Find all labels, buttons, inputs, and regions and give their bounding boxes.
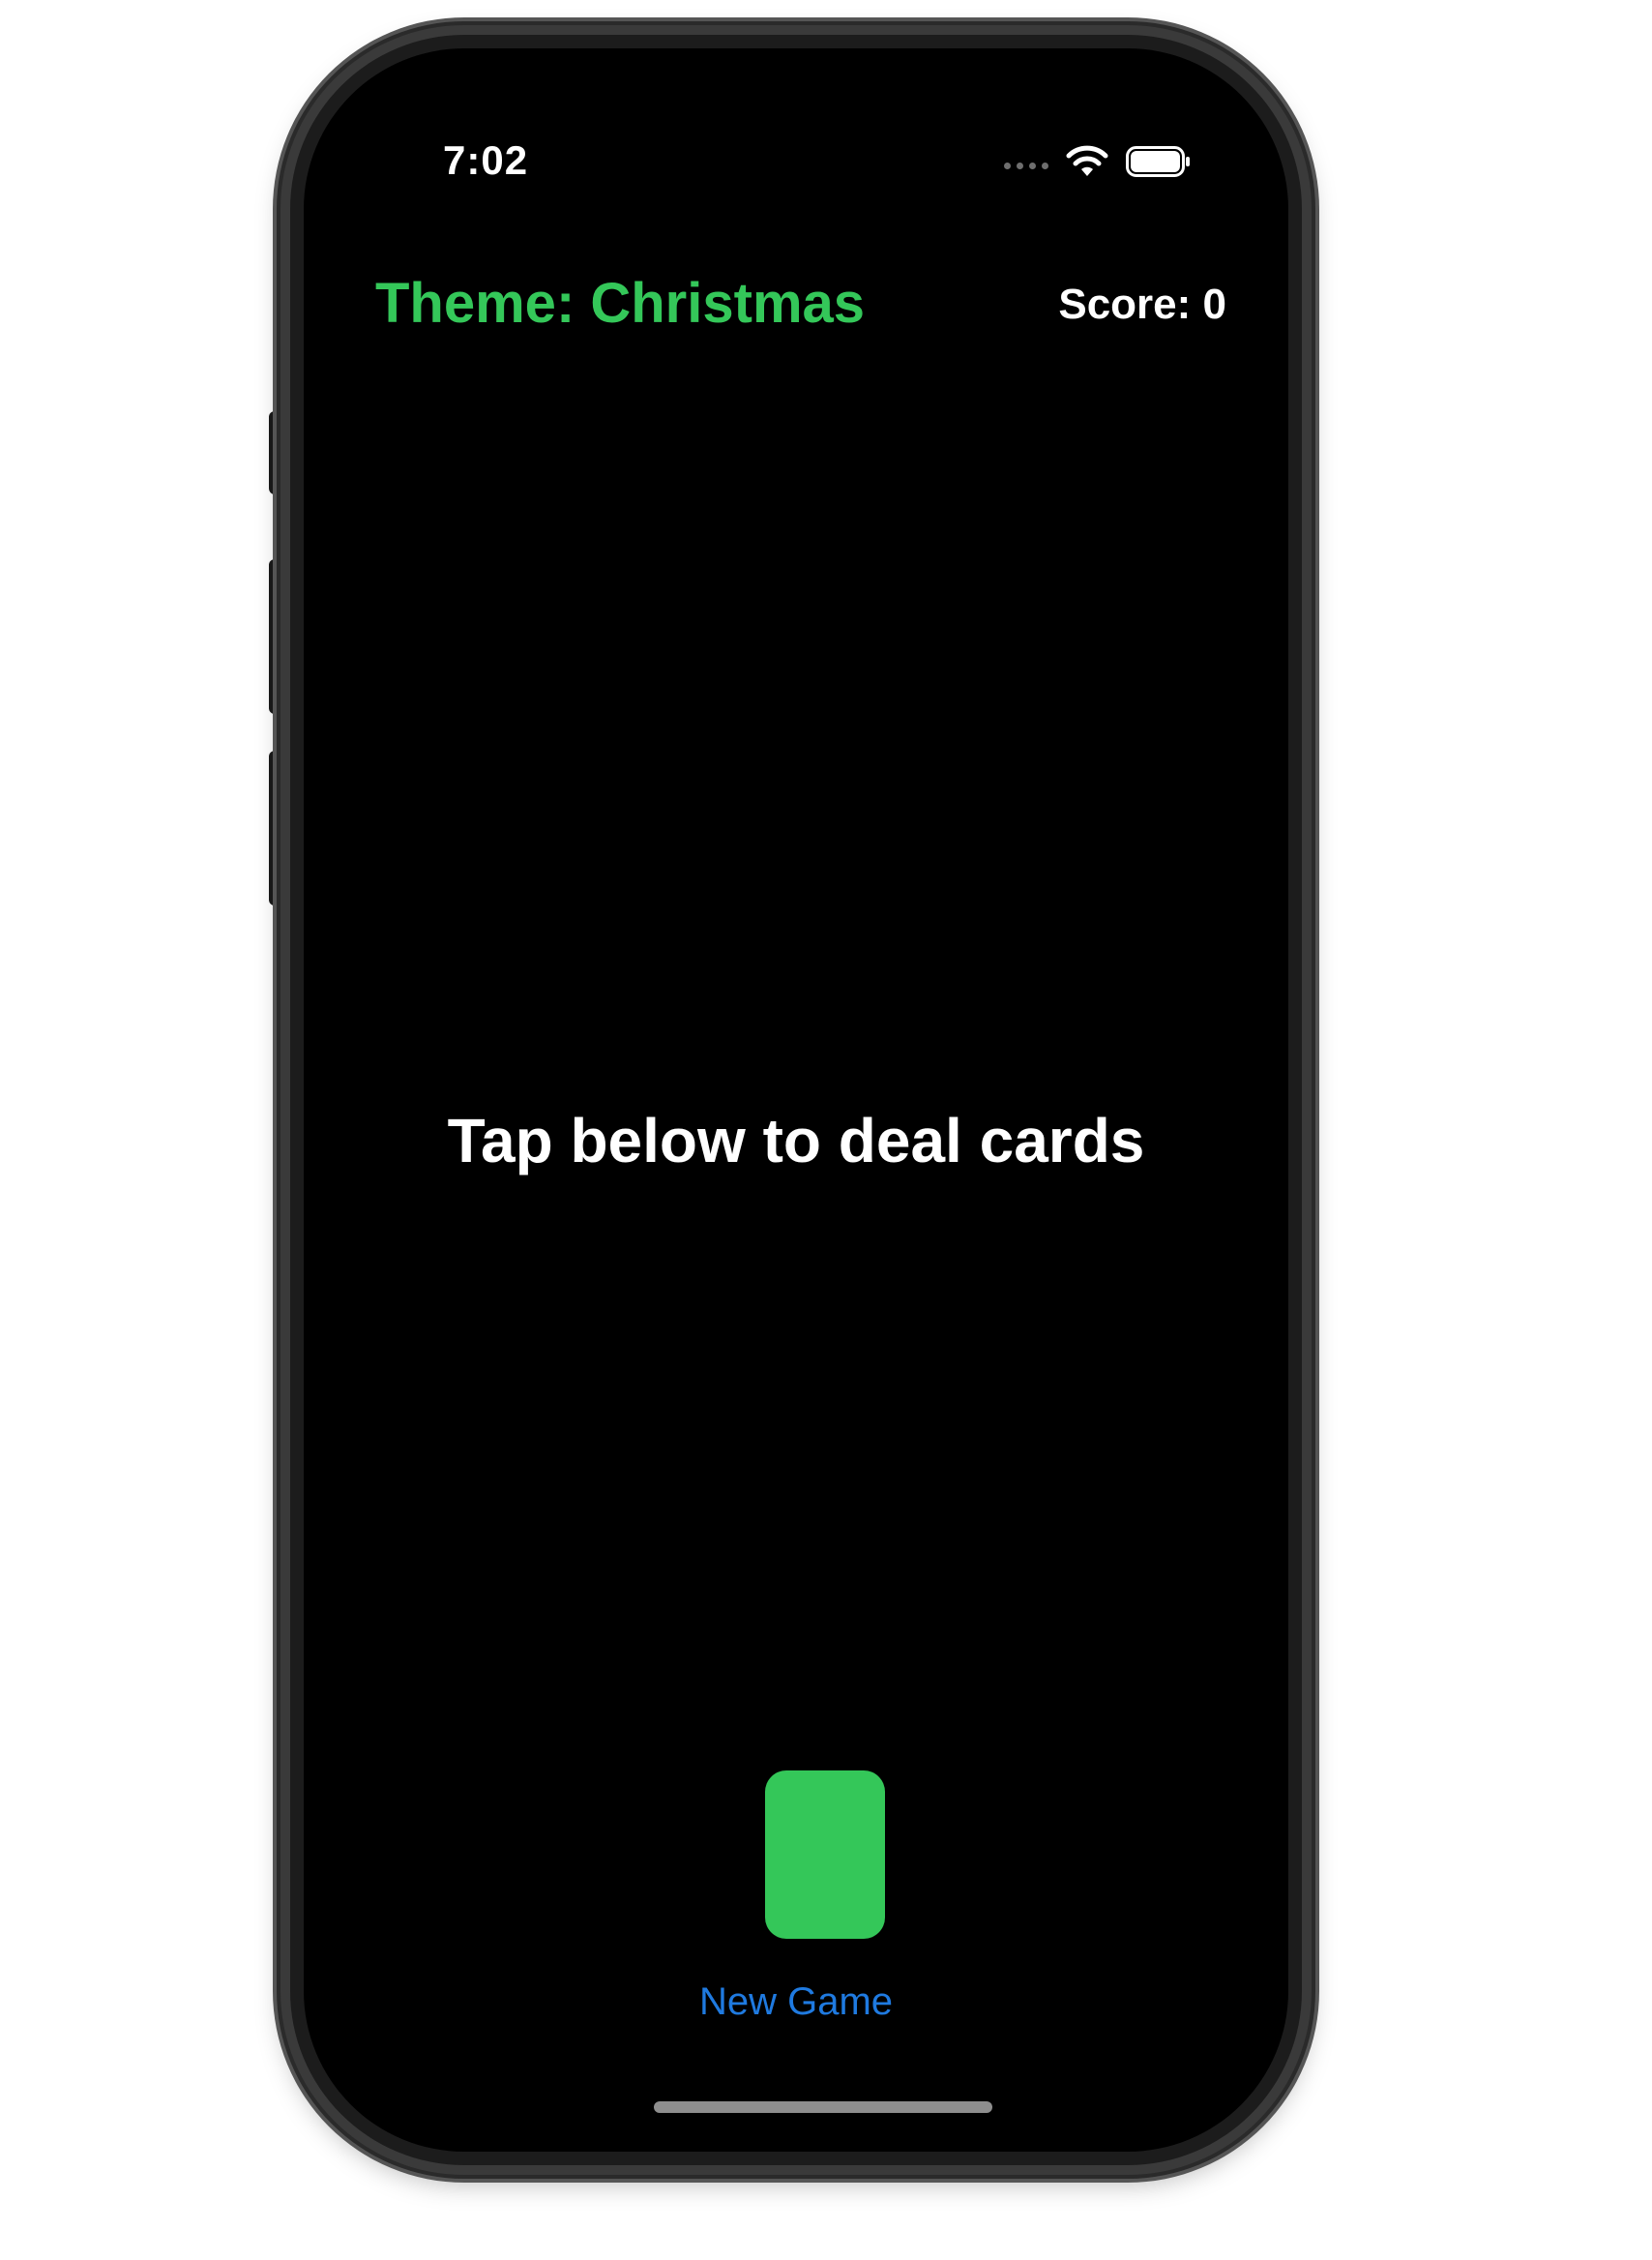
cellular-dots-icon [1004,154,1048,169]
status-time: 7:02 [443,137,529,183]
status-icons [1004,137,1192,186]
phone-frame: 7:02 Theme: Christmas Score: 0 Tap below… [280,25,1312,2175]
wifi-icon [1066,145,1108,176]
deal-prompt: Tap below to deal cards [447,1106,1145,1175]
device-mockup: 7:02 Theme: Christmas Score: 0 Tap below… [0,0,1652,2260]
phone-bezel: 7:02 Theme: Christmas Score: 0 Tap below… [290,35,1302,2165]
score-label: Score: 0 [1058,281,1226,328]
new-game-button[interactable]: New Game [304,1979,1288,2025]
deal-deck-card[interactable] [765,1770,885,1939]
theme-title: Theme: Christmas [375,272,866,335]
app-screen: 7:02 Theme: Christmas Score: 0 Tap below… [304,48,1288,2152]
home-indicator[interactable] [654,2101,992,2113]
battery-icon [1126,146,1190,177]
